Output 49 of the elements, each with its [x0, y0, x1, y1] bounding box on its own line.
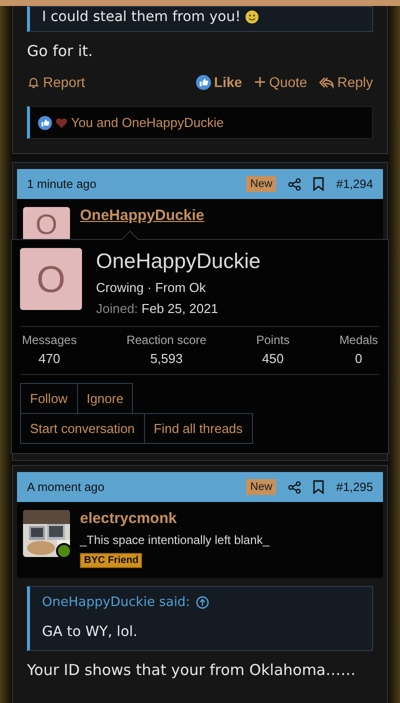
thumbs-up-icon	[38, 116, 52, 130]
profile-action-button[interactable]: Follow	[20, 383, 78, 414]
smiley-icon	[244, 10, 259, 24]
stat-label: Reaction score	[126, 333, 206, 347]
like-link[interactable]: Like	[196, 74, 242, 90]
report-link[interactable]: Report	[27, 74, 86, 90]
reactions-bar[interactable]: You and OneHappyDuckie	[27, 106, 373, 139]
profile-action-button[interactable]: Start conversation	[20, 413, 145, 444]
arrow-up-icon	[196, 596, 210, 609]
bell-icon	[27, 76, 40, 88]
reactions-text: You and OneHappyDuckie	[71, 115, 224, 130]
user-title: _This space intentionally left blank_	[80, 533, 270, 547]
post-text: Go for it.	[26, 41, 94, 62]
share-icon[interactable]	[288, 178, 302, 190]
post-time: A moment ago	[27, 480, 104, 494]
heart-icon	[55, 116, 68, 130]
reply-link[interactable]: Reply	[319, 74, 373, 90]
stat-value: 470	[38, 351, 60, 366]
quote-author-link[interactable]: OneHappyDuckie said:	[42, 595, 360, 610]
stat-value: 0	[355, 351, 362, 366]
bookmark-icon[interactable]	[313, 177, 324, 191]
joined-label: Joined:	[96, 301, 138, 316]
author-link[interactable]: electrycmonk	[80, 510, 270, 527]
profile-action-button[interactable]: Ignore	[76, 383, 134, 414]
stat-label: Medals	[339, 333, 378, 347]
quote-text: GA to WY, lol.	[42, 624, 138, 640]
stat-value: 450	[262, 351, 284, 366]
stat-label: Points	[256, 333, 290, 347]
post-number-link[interactable]: #1,294	[336, 177, 373, 191]
new-label: New	[246, 479, 276, 495]
profile-name: OneHappyDuckie	[96, 250, 261, 274]
post-time: 1 minute ago	[27, 177, 96, 191]
thumbs-up-icon	[196, 74, 212, 90]
profile-action-button[interactable]: Find all threads	[144, 413, 253, 444]
stat-label: Messages	[22, 333, 77, 347]
stat-value: 5,593	[150, 351, 183, 366]
new-label: New	[246, 176, 276, 192]
share-icon[interactable]	[288, 480, 302, 494]
user-banner: BYC Friend	[80, 553, 142, 568]
quote-link[interactable]: Quote	[254, 74, 308, 90]
reply-icon	[319, 76, 334, 88]
plus-icon	[254, 76, 266, 88]
quote-text: I could steal them from you!	[42, 9, 360, 25]
bookmark-icon[interactable]	[313, 480, 324, 494]
profile-subtitle: Crowing · From Ok	[96, 280, 207, 295]
author-link[interactable]: OneHappyDuckie	[80, 207, 204, 239]
joined-date: Feb 25, 2021	[142, 301, 218, 316]
post-text: Your ID shows that your from Oklahoma……	[26, 660, 357, 681]
post-number-link[interactable]: #1,295	[336, 480, 373, 494]
